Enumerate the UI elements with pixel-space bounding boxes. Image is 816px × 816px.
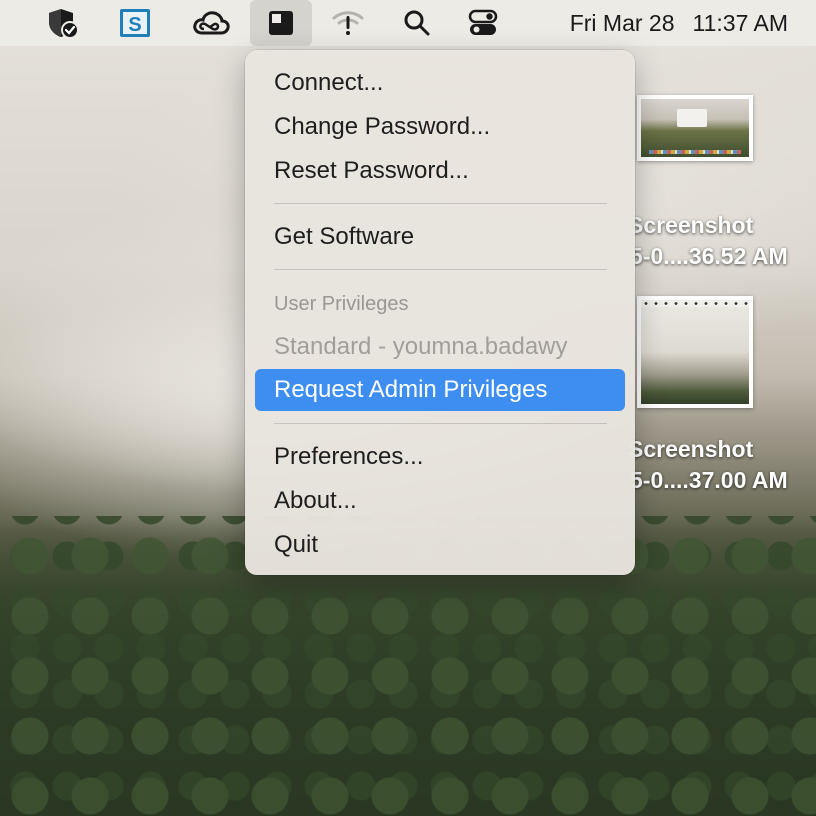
screenshot-label-1-line2[interactable]: 5-0....36.52 AM	[630, 242, 788, 270]
menu-item-quit[interactable]: Quit	[255, 524, 625, 566]
screenshot-thumbnail-1[interactable]	[637, 95, 753, 161]
menu-item-reset-password[interactable]: Reset Password...	[255, 150, 625, 192]
menu-bar-date: Fri Mar 28	[569, 9, 675, 36]
search-icon[interactable]	[395, 0, 439, 46]
menu-item-request-admin[interactable]: Request Admin Privileges	[255, 369, 625, 411]
menu-separator	[274, 269, 607, 270]
svg-text:S: S	[128, 14, 141, 36]
self-service-icon[interactable]: S	[113, 0, 157, 46]
menu-separator	[274, 203, 607, 204]
menu-separator	[274, 423, 607, 424]
menu-section-header: User Privileges	[274, 292, 409, 315]
menu-bar: S Fri Mar 28 11:37 AM	[0, 0, 816, 46]
menu-bar-clock[interactable]: Fri Mar 28 11:37 AM	[570, 0, 788, 46]
screenshot-label-2-line1[interactable]: Screenshot	[628, 435, 753, 463]
wifi-off-icon[interactable]	[326, 0, 370, 46]
menu-item-connect[interactable]: Connect...	[255, 62, 625, 104]
menu-item-preferences[interactable]: Preferences...	[255, 436, 625, 478]
menu-item-get-software[interactable]: Get Software	[255, 216, 625, 258]
menu-item-current-account: Standard - youmna.badawy	[274, 333, 568, 360]
creative-cloud-icon[interactable]	[189, 0, 233, 46]
screenshot-thumbnail-2[interactable]	[637, 296, 753, 408]
screenshot-label-1-line1[interactable]: Screenshot	[628, 211, 753, 239]
menu-bar-time: 11:37 AM	[692, 9, 788, 36]
privileges-dropdown-menu: Connect... Change Password... Reset Pass…	[245, 50, 635, 575]
menu-item-about[interactable]: About...	[255, 480, 625, 522]
menu-item-change-password[interactable]: Change Password...	[255, 106, 625, 148]
screenshot-label-2-line2[interactable]: 5-0....37.00 AM	[630, 466, 788, 494]
control-center-icon[interactable]	[461, 0, 505, 46]
shield-check-icon[interactable]	[41, 0, 85, 46]
privileges-icon[interactable]	[250, 0, 312, 46]
